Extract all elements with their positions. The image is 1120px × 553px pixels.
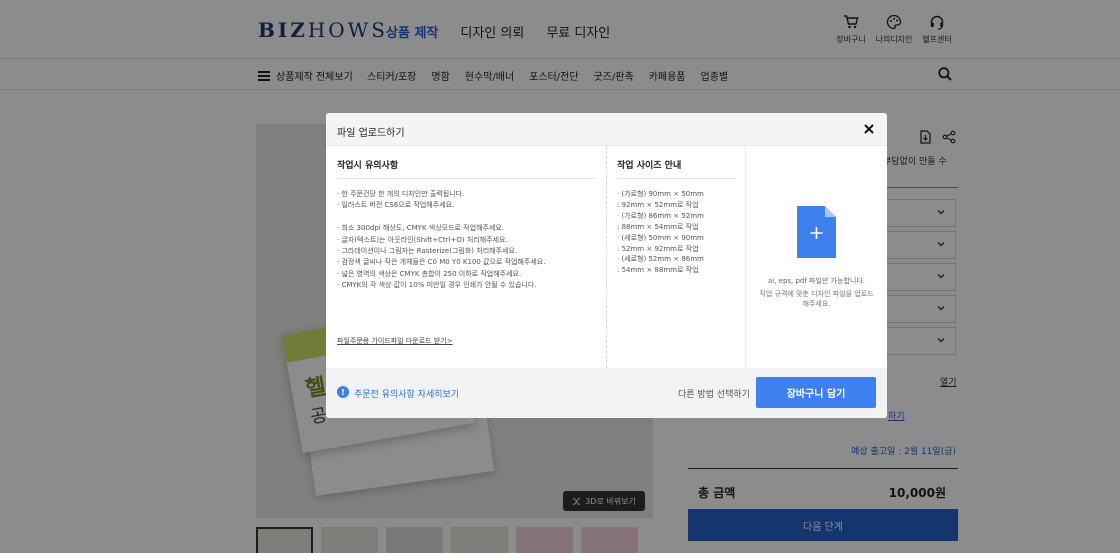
- note-item: · 한 주문건당 한 개의 디자인만 출력됩니다.: [337, 190, 465, 198]
- divider: [337, 178, 595, 179]
- modal-footer: ! 주문전 유의사항 자세히보기 다른 방법 선택하기 장바구니 담기: [326, 368, 887, 418]
- note-item: · CMYK의 각 색상 값이 10% 미만일 경우 인쇄가 안될 수 있습니다…: [337, 281, 537, 290]
- note-item: · 최소 300dpi 해상도, CMYK 색상모드로 작업해주세요.: [337, 224, 505, 233]
- file-upload-dropzone[interactable]: ai, eps, pdf 파일만 가능합니다. 작업 규격에 맞춘 디자인 파일…: [746, 146, 887, 368]
- close-icon[interactable]: [862, 122, 876, 136]
- notes-title: 작업시 유의사항: [337, 161, 399, 171]
- divider: [617, 178, 736, 179]
- size-item: : 88mm × 54mm로 작업: [617, 222, 699, 231]
- file-upload-modal: 파일 업로드하기 작업시 유의사항 · 한 주문건당 한 개의 디자인만 출력됩…: [326, 113, 887, 418]
- size-item: · (세로형) 50mm × 90mm: [617, 233, 704, 242]
- note-item: · 그라데이션이나 그림자는 Rasterize(그림화) 처리해주세요.: [337, 247, 518, 256]
- size-item: · (세로형) 52mm × 86mm: [617, 255, 704, 264]
- size-item: : 54mm × 88mm로 작업: [617, 266, 699, 275]
- other-method-button[interactable]: 다른 방법 선택하기: [678, 387, 750, 400]
- add-to-cart-button[interactable]: 장바구니 담기: [756, 377, 876, 408]
- note-item: · 넓은 영역의 색상은 CMYK 총합이 250 이하로 작업해주세요.: [337, 269, 522, 278]
- size-column: 작업 사이즈 안내 · (가로형) 90mm × 50mm : 92mm × 5…: [607, 146, 746, 368]
- size-list: · (가로형) 90mm × 50mm : 92mm × 52mm로 작업 · …: [617, 189, 742, 276]
- note-item: · 글자(텍스트)는 아웃라인(Shift+Ctrl+O) 처리해주세요.: [337, 235, 508, 244]
- upload-format-text: ai, eps, pdf 파일만 가능합니다.: [767, 277, 866, 285]
- file-add-icon: [797, 206, 836, 258]
- size-item: : 92mm × 52mm로 작업: [617, 200, 699, 209]
- upload-help-text: 작업 규격에 맞춘 디자인 파일을 업로드해주세요.: [759, 290, 874, 308]
- size-item: · (가로형) 86mm × 52mm: [617, 211, 704, 220]
- guide-download-link[interactable]: 파일주문용 가이드파일 다운로드 받기>: [337, 336, 453, 346]
- upload-column: ai, eps, pdf 파일만 가능합니다. 작업 규격에 맞춘 디자인 파일…: [746, 146, 887, 368]
- notes-list: · 한 주문건당 한 개의 디자인만 출력됩니다. · 일러스트 버전 CS6으…: [337, 189, 597, 292]
- note-item: · 검정색 글씨나 작은 개체들은 C0 M0 Y0 K100 값으로 작업해주…: [337, 258, 546, 267]
- size-title: 작업 사이즈 안내: [617, 161, 682, 171]
- note-item: · 일러스트 버전 CS6으로 작업해주세요.: [337, 201, 455, 210]
- size-item: : 52mm × 92mm로 작업: [617, 244, 699, 253]
- modal-header: 파일 업로드하기: [326, 113, 887, 146]
- size-item: · (가로형) 90mm × 50mm: [617, 190, 704, 198]
- modal-title: 파일 업로드하기: [337, 128, 405, 139]
- info-icon: !: [337, 386, 349, 398]
- notes-column: 작업시 유의사항 · 한 주문건당 한 개의 디자인만 출력됩니다. · 일러스…: [326, 146, 607, 368]
- precautions-link[interactable]: 주문전 유의사항 자세히보기: [354, 387, 459, 400]
